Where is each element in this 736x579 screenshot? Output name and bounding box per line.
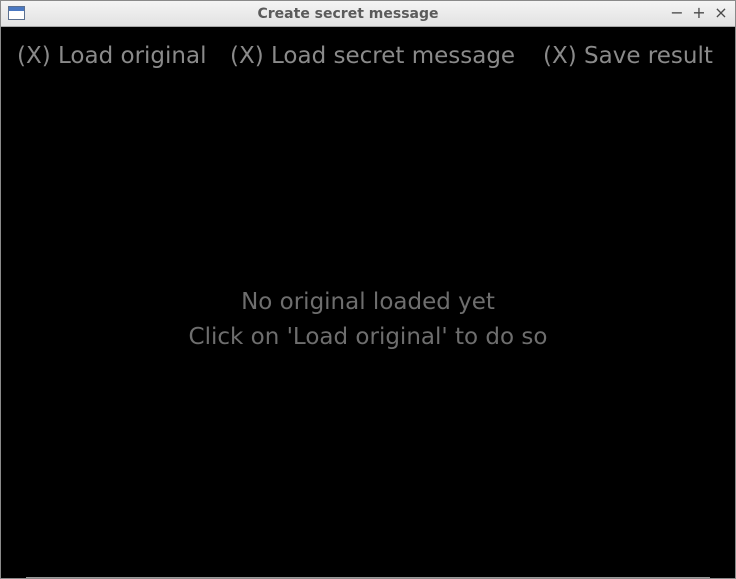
window-title: Create secret message bbox=[257, 6, 439, 22]
maximize-icon[interactable]: + bbox=[689, 3, 709, 23]
empty-state-hint: Click on 'Load original' to do so bbox=[188, 324, 548, 350]
empty-state-message: No original loaded yet bbox=[241, 289, 495, 315]
minimize-icon[interactable]: − bbox=[667, 3, 687, 23]
close-icon[interactable]: × bbox=[711, 3, 731, 23]
load-secret-message-button[interactable]: (X) Load secret message bbox=[230, 40, 515, 72]
window-bottom-edge bbox=[26, 577, 710, 578]
image-canvas: (X) Load original (X) Load secret messag… bbox=[1, 27, 735, 578]
title-bar[interactable]: Create secret message − + × bbox=[1, 1, 735, 27]
load-original-button[interactable]: (X) Load original bbox=[17, 40, 206, 72]
save-result-button[interactable]: (X) Save result bbox=[543, 40, 713, 72]
app-window: Create secret message − + × (X) Load ori… bbox=[0, 0, 736, 579]
